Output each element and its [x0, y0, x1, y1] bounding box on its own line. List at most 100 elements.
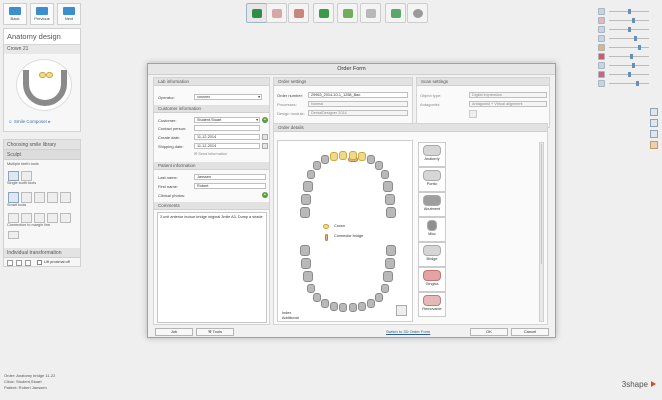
- tool-model[interactable]: [337, 3, 358, 23]
- send-information-link[interactable]: ✉ Send information: [194, 151, 227, 156]
- type-bridge-button[interactable]: Bridge: [418, 242, 446, 267]
- slider-thumb[interactable]: [638, 45, 641, 50]
- tooth-37[interactable]: [385, 258, 395, 269]
- smart-tool-3-icon[interactable]: [34, 213, 45, 223]
- contact-person-field[interactable]: [194, 125, 260, 131]
- multiple-teeth-tool-icon[interactable]: [8, 171, 19, 181]
- tool-crown[interactable]: [313, 3, 334, 23]
- tool-pen[interactable]: [246, 3, 267, 23]
- ok-button[interactable]: OK: [470, 328, 508, 336]
- jaw-preview[interactable]: [16, 59, 72, 111]
- back-button[interactable]: Back: [3, 3, 27, 25]
- scrollbar[interactable]: [539, 142, 544, 322]
- visibility-row-6[interactable]: [598, 53, 658, 60]
- rotate-tool-icon[interactable]: [34, 192, 45, 203]
- lift-proximal-checkbox[interactable]: [37, 260, 42, 265]
- tooth-13[interactable]: [321, 155, 329, 164]
- tooth-26[interactable]: [383, 181, 393, 192]
- tool-option-3[interactable]: [25, 260, 31, 266]
- slider-thumb[interactable]: [628, 72, 631, 77]
- view-icon-3[interactable]: [650, 130, 658, 138]
- tooth-47[interactable]: [301, 258, 311, 269]
- tooth-33[interactable]: [367, 299, 375, 308]
- visibility-row-9[interactable]: [598, 80, 658, 87]
- tool-option-1[interactable]: [7, 260, 13, 266]
- type-anatomy-button[interactable]: Anatomy: [418, 142, 446, 167]
- order-number-field[interactable]: 29963_2014-10-1_1258_Bao: [308, 92, 408, 98]
- smart-tool-2-icon[interactable]: [21, 213, 32, 223]
- tooth-34[interactable]: [375, 293, 383, 302]
- move-tool-icon[interactable]: [47, 192, 58, 203]
- type-pontic-button[interactable]: Pontic: [418, 167, 446, 192]
- tooth-22[interactable]: [358, 152, 366, 161]
- tooth-21[interactable]: [349, 151, 357, 160]
- tooth-41[interactable]: [339, 303, 347, 312]
- switch-3d-link[interactable]: Switch to 3D Order Form: [386, 329, 430, 334]
- type-removable-button[interactable]: Removable: [418, 292, 446, 317]
- tooth-32[interactable]: [358, 302, 366, 311]
- tooth-48[interactable]: [300, 245, 310, 256]
- object-type-select[interactable]: Digital impression: [469, 92, 547, 98]
- tools-button[interactable]: ⚒ Tools: [196, 328, 234, 336]
- calendar-icon[interactable]: [262, 143, 268, 149]
- tooth-38[interactable]: [386, 245, 396, 256]
- visibility-row-8[interactable]: [598, 71, 658, 78]
- slider-thumb[interactable]: [630, 54, 633, 59]
- slider-thumb[interactable]: [628, 9, 631, 14]
- slider-thumb[interactable]: [632, 63, 635, 68]
- visibility-row-7[interactable]: [598, 62, 658, 69]
- smart-tool-5-icon[interactable]: [60, 213, 71, 223]
- add-customer-icon[interactable]: +: [262, 117, 268, 123]
- tool-globe[interactable]: [407, 3, 428, 23]
- tooth-23[interactable]: [367, 155, 375, 164]
- tool-teeth[interactable]: [385, 3, 406, 23]
- tool-bite[interactable]: [266, 3, 287, 23]
- morph-tool-icon[interactable]: [21, 171, 32, 181]
- tooth-27[interactable]: [385, 194, 395, 205]
- scale-tool-icon[interactable]: [21, 192, 32, 203]
- job-button[interactable]: Job: [155, 328, 193, 336]
- tooth-17[interactable]: [301, 194, 311, 205]
- tooth-24[interactable]: [375, 161, 383, 170]
- tooth-45[interactable]: [307, 284, 315, 293]
- comments-textarea[interactable]: 3 unit anterior incisor bridge original …: [157, 212, 267, 323]
- smile-composer-link[interactable]: ☺ Smile Composer ▸: [8, 119, 51, 125]
- wrench-icon[interactable]: [396, 305, 407, 316]
- design-module-select[interactable]: DentalDesigner 2014: [308, 110, 408, 116]
- tooth-43[interactable]: [321, 299, 329, 308]
- tooth-12[interactable]: [330, 152, 338, 161]
- tooth-18[interactable]: [300, 207, 310, 218]
- last-name-field[interactable]: Janssen: [194, 174, 266, 180]
- tooth-15[interactable]: [307, 170, 315, 179]
- shipping-date-field[interactable]: 11-12-2014: [194, 143, 260, 149]
- slider-thumb[interactable]: [636, 81, 639, 86]
- view-icon-2[interactable]: [650, 119, 658, 127]
- tooth-35[interactable]: [381, 284, 389, 293]
- visibility-row-4[interactable]: [598, 35, 658, 42]
- slider-thumb[interactable]: [632, 18, 635, 23]
- tooth-14[interactable]: [313, 161, 321, 170]
- tooth-46[interactable]: [303, 271, 313, 282]
- choose-library-header[interactable]: Choosing smile library: [4, 140, 80, 150]
- visibility-row-2[interactable]: [598, 17, 658, 24]
- first-name-field[interactable]: Robert: [194, 183, 266, 189]
- visibility-row-5[interactable]: [598, 44, 658, 51]
- tool-option-2[interactable]: [16, 260, 22, 266]
- tooth-36[interactable]: [383, 271, 393, 282]
- visibility-row-3[interactable]: [598, 26, 658, 33]
- view-icon-4[interactable]: [650, 141, 658, 149]
- tool-jaw[interactable]: [288, 3, 309, 23]
- calendar-icon[interactable]: [262, 134, 268, 140]
- tooth-31[interactable]: [349, 303, 357, 312]
- tooth-44[interactable]: [313, 293, 321, 302]
- sculpt-header[interactable]: Sculpt: [4, 150, 80, 160]
- create-date-field[interactable]: 11-12-2014: [194, 134, 260, 140]
- type-abutment-button[interactable]: Abutment: [418, 192, 446, 217]
- customer-select[interactable]: Student,Stuart ▾: [194, 117, 260, 123]
- connection-tool-icon[interactable]: [8, 231, 19, 239]
- tooth-42[interactable]: [330, 302, 338, 311]
- individual-transformation-header[interactable]: Individual transformation: [4, 248, 80, 258]
- antagonist-select[interactable]: Antagonist + Virtual alignment: [469, 101, 547, 107]
- tooth-25[interactable]: [381, 170, 389, 179]
- tooth-16[interactable]: [303, 181, 313, 192]
